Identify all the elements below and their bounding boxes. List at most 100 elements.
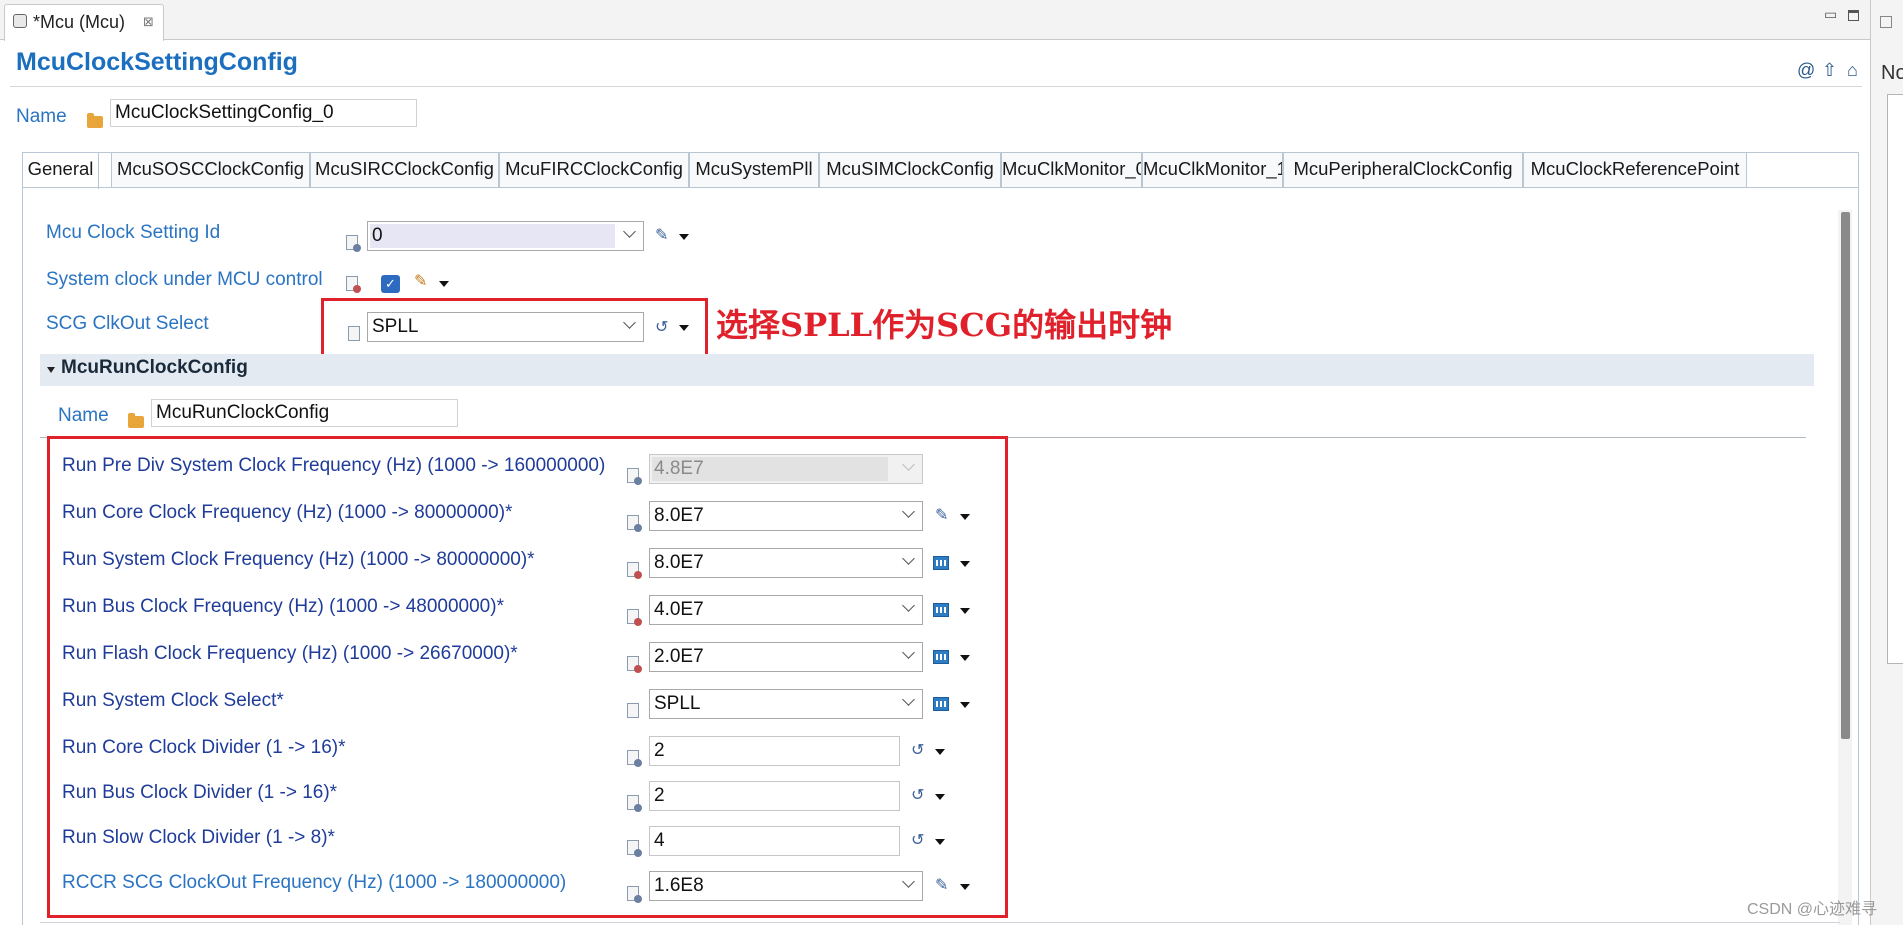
edit-formula-icon[interactable]: ✎ — [935, 878, 948, 894]
edit-formula-icon[interactable]: ✎ — [655, 228, 668, 244]
pencil-icon[interactable]: ✎ — [414, 274, 427, 290]
run-system-clock-select-combo[interactable]: SPLL — [649, 689, 923, 719]
section-title: McuRunClockConfig — [61, 357, 248, 378]
run-system-clock-combo[interactable]: 8.0E7 — [649, 548, 923, 578]
run-flash-clock-combo[interactable]: 2.0E7 — [649, 642, 923, 672]
rccr-scg-clockout-value: 1.6E8 — [654, 875, 704, 896]
run-bus-clock-value: 4.0E7 — [654, 599, 704, 620]
dropdown-arrow-icon[interactable] — [679, 234, 689, 240]
mcu-config-icon — [13, 14, 27, 28]
calculator-icon[interactable] — [933, 697, 949, 711]
chevron-down-icon — [902, 552, 915, 565]
close-icon[interactable]: ⊠ — [143, 14, 154, 30]
tab-mcu-system-pll[interactable]: McuSystemPll — [689, 152, 819, 188]
revert-icon[interactable]: ↺ — [911, 788, 924, 804]
rccr-scg-clockout-combo[interactable]: 1.6E8 — [649, 871, 923, 901]
dropdown-arrow-icon[interactable] — [960, 884, 970, 890]
run-flash-clock-value: 2.0E7 — [654, 646, 704, 667]
chevron-down-icon — [902, 875, 915, 888]
run-clock-section-header[interactable] — [40, 354, 1814, 386]
tab-mcu-peripheral-clock-config[interactable]: McuPeripheralClockConfig — [1283, 152, 1523, 188]
minimize-icon[interactable]: ▭ — [1824, 6, 1837, 23]
chevron-down-icon — [623, 225, 636, 238]
parameter-icon — [627, 609, 642, 626]
clock-setting-id-label: Mcu Clock Setting Id — [46, 222, 221, 243]
editor-tab-label: *Mcu (Mcu) — [33, 12, 126, 32]
run-slow-divider-label: Run Slow Clock Divider (1 -> 8)* — [62, 827, 335, 848]
name-field[interactable]: McuClockSettingConfig_0 — [110, 99, 417, 127]
revert-icon[interactable]: ↺ — [911, 833, 924, 849]
dropdown-arrow-icon[interactable] — [935, 749, 945, 755]
run-system-clock-select-value: SPLL — [654, 693, 701, 714]
rccr-scg-clockout-label: RCCR SCG ClockOut Frequency (Hz) (1000 -… — [62, 872, 567, 893]
run-pre-div-label: Run Pre Div System Clock Frequency (Hz) … — [62, 455, 606, 476]
run-core-clock-combo[interactable]: 8.0E7 — [649, 501, 923, 531]
system-clock-control-checkbox[interactable]: ✓ — [381, 275, 400, 293]
maximize-icon[interactable] — [1848, 10, 1859, 21]
navigate-up-icon[interactable]: ⇧ — [1822, 60, 1837, 81]
tab-mcu-sim-clock-config[interactable]: McuSIMClockConfig — [819, 152, 1001, 188]
revert-icon[interactable]: ↺ — [911, 743, 924, 759]
run-bus-divider-field[interactable]: 2 — [649, 781, 900, 811]
tab-mcu-firc-clock-config[interactable]: McuFIRCClockConfig — [499, 152, 689, 188]
system-clock-control-label: System clock under MCU control — [46, 269, 323, 290]
tab-mcu-clock-reference-point[interactable]: McuClockReferencePoint — [1523, 152, 1747, 188]
at-icon[interactable]: @ — [1797, 60, 1815, 81]
tab-mcu-sirc-clock-config[interactable]: McuSIRCClockConfig — [310, 152, 499, 188]
dropdown-arrow-icon[interactable] — [960, 514, 970, 520]
watermark: CSDN @心迹难寻 — [1747, 901, 1878, 918]
chevron-down-icon — [902, 646, 915, 659]
chevron-down-icon — [902, 458, 915, 471]
run-core-divider-field[interactable]: 2 — [649, 736, 900, 766]
parameter-icon — [627, 515, 642, 532]
parameter-icon — [627, 562, 642, 579]
edit-formula-icon[interactable]: ✎ — [935, 508, 948, 524]
collapse-icon[interactable] — [47, 367, 55, 373]
run-core-clock-label: Run Core Clock Frequency (Hz) (1000 -> 8… — [62, 502, 513, 523]
dropdown-arrow-icon[interactable] — [960, 702, 970, 708]
tab-general[interactable]: General — [22, 152, 99, 189]
parameter-icon — [627, 750, 642, 767]
clock-setting-id-combo[interactable]: 0 — [367, 221, 644, 251]
run-pre-div-combo: 4.8E7 — [649, 454, 923, 484]
run-flash-clock-label: Run Flash Clock Frequency (Hz) (1000 -> … — [62, 643, 518, 664]
annotation-box-scg-clkout — [321, 298, 708, 357]
tab-mcu-clk-monitor-1[interactable]: McuClkMonitor_1 — [1142, 152, 1283, 188]
calculator-icon[interactable] — [933, 603, 949, 617]
scrollbar-thumb[interactable] — [1841, 212, 1850, 739]
editor-tab-mcu[interactable]: *Mcu (Mcu) ⊠ — [4, 4, 164, 41]
dropdown-arrow-icon[interactable] — [960, 561, 970, 567]
dropdown-arrow-icon[interactable] — [960, 655, 970, 661]
tab-mcu-sosc-clock-config[interactable]: McuSOSCClockConfig — [111, 152, 310, 188]
dropdown-arrow-icon[interactable] — [960, 608, 970, 614]
run-core-divider-label: Run Core Clock Divider (1 -> 16)* — [62, 737, 346, 758]
run-pre-div-value: 4.8E7 — [654, 458, 704, 479]
parameter-icon — [627, 468, 642, 485]
run-system-clock-value: 8.0E7 — [654, 552, 704, 573]
parameter-icon — [346, 276, 361, 293]
dropdown-arrow-icon[interactable] — [935, 794, 945, 800]
outline-view-icon[interactable] — [1880, 16, 1892, 28]
bottom-divider — [40, 922, 1840, 923]
run-slow-divider-field[interactable]: 4 — [649, 826, 900, 856]
home-icon[interactable]: ⌂ — [1847, 60, 1858, 81]
scg-clkout-label: SCG ClkOut Select — [46, 313, 209, 334]
chevron-down-icon — [902, 693, 915, 706]
chevron-down-icon — [902, 599, 915, 612]
run-system-clock-label: Run System Clock Frequency (Hz) (1000 ->… — [62, 549, 535, 570]
parameter-icon — [627, 703, 639, 718]
run-bus-clock-combo[interactable]: 4.0E7 — [649, 595, 923, 625]
run-name-field[interactable]: McuRunClockConfig — [151, 399, 458, 427]
parameter-icon — [627, 656, 642, 673]
side-panel-label: No — [1881, 62, 1903, 84]
parameter-icon — [627, 886, 642, 903]
tab-mcu-clk-monitor-0[interactable]: McuClkMonitor_0 — [1001, 152, 1142, 188]
dropdown-arrow-icon[interactable] — [439, 281, 449, 287]
clock-setting-id-value: 0 — [372, 225, 383, 246]
calculator-icon[interactable] — [933, 556, 949, 570]
dropdown-arrow-icon[interactable] — [935, 839, 945, 845]
parameter-icon — [346, 235, 361, 252]
tabs-divider — [22, 187, 1859, 188]
calculator-icon[interactable] — [933, 650, 949, 664]
run-core-clock-value: 8.0E7 — [654, 505, 704, 526]
